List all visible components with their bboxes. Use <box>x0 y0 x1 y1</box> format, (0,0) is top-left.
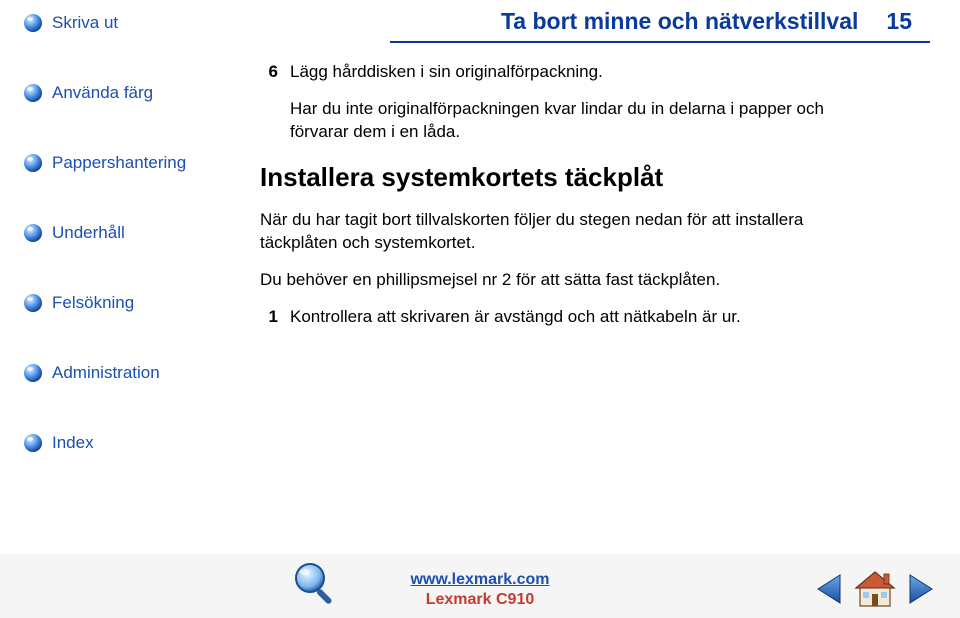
home-icon[interactable] <box>854 570 896 608</box>
section-heading: Installera systemkortets täckplåt <box>260 162 920 193</box>
page-title: Ta bort minne och nätverkstillval <box>501 8 858 35</box>
sidebar-item-label: Skriva ut <box>52 13 118 33</box>
sphere-bullet-icon <box>22 432 44 454</box>
arrow-left-icon[interactable] <box>814 573 844 605</box>
sidebar-item-label: Administration <box>52 363 160 383</box>
step-number: 1 <box>260 306 278 329</box>
sidebar-item-felsokning[interactable]: Felsökning <box>22 292 202 314</box>
sidebar-item-label: Felsökning <box>52 293 134 313</box>
body-content: 6 Lägg hårddisken i sin originalförpackn… <box>260 43 920 329</box>
arrow-right-icon[interactable] <box>906 573 936 605</box>
sidebar-item-label: Index <box>52 433 94 453</box>
footer: www.lexmark.com Lexmark C910 <box>0 554 960 618</box>
sphere-bullet-icon <box>22 292 44 314</box>
product-name: Lexmark C910 <box>426 591 535 608</box>
footer-center: www.lexmark.com Lexmark C910 <box>350 570 610 610</box>
sphere-bullet-icon <box>22 82 44 104</box>
sphere-bullet-icon <box>22 152 44 174</box>
paragraph-1: När du har tagit bort tillvalskorten föl… <box>260 209 860 255</box>
sphere-bullet-icon <box>22 222 44 244</box>
sidebar-item-index[interactable]: Index <box>22 432 202 454</box>
sidebar-item-label: Använda färg <box>52 83 153 103</box>
sidebar: Skriva ut Använda färg Pappershantering … <box>22 12 202 502</box>
magnifier-icon[interactable] <box>290 558 342 610</box>
sidebar-item-label: Pappershantering <box>52 153 186 173</box>
sidebar-item-skriva-ut[interactable]: Skriva ut <box>22 12 202 34</box>
sidebar-item-administration[interactable]: Administration <box>22 362 202 384</box>
sphere-bullet-icon <box>22 12 44 34</box>
paragraph-2: Du behöver en phillipsmejsel nr 2 för at… <box>260 269 860 292</box>
step-text: Lägg hårddisken i sin originalförpacknin… <box>290 61 603 84</box>
page-header: Ta bort minne och nätverkstillval 15 <box>260 0 920 43</box>
sidebar-item-anvanda-farg[interactable]: Använda färg <box>22 82 202 104</box>
step-6: 6 Lägg hårddisken i sin originalförpackn… <box>260 61 920 84</box>
sphere-bullet-icon <box>22 362 44 384</box>
footer-link[interactable]: www.lexmark.com <box>410 571 549 588</box>
sidebar-item-pappershantering[interactable]: Pappershantering <box>22 152 202 174</box>
sidebar-item-underhall[interactable]: Underhåll <box>22 222 202 244</box>
sidebar-item-label: Underhåll <box>52 223 125 243</box>
step-number: 6 <box>260 61 278 84</box>
main-content: Ta bort minne och nätverkstillval 15 6 L… <box>260 0 920 343</box>
step-text: Kontrollera att skrivaren är avstängd oc… <box>290 306 741 329</box>
step-1: 1 Kontrollera att skrivaren är avstängd … <box>260 306 920 329</box>
step-6-note: Har du inte originalförpackningen kvar l… <box>290 98 850 144</box>
page-number: 15 <box>886 8 912 35</box>
footer-nav <box>814 570 936 608</box>
